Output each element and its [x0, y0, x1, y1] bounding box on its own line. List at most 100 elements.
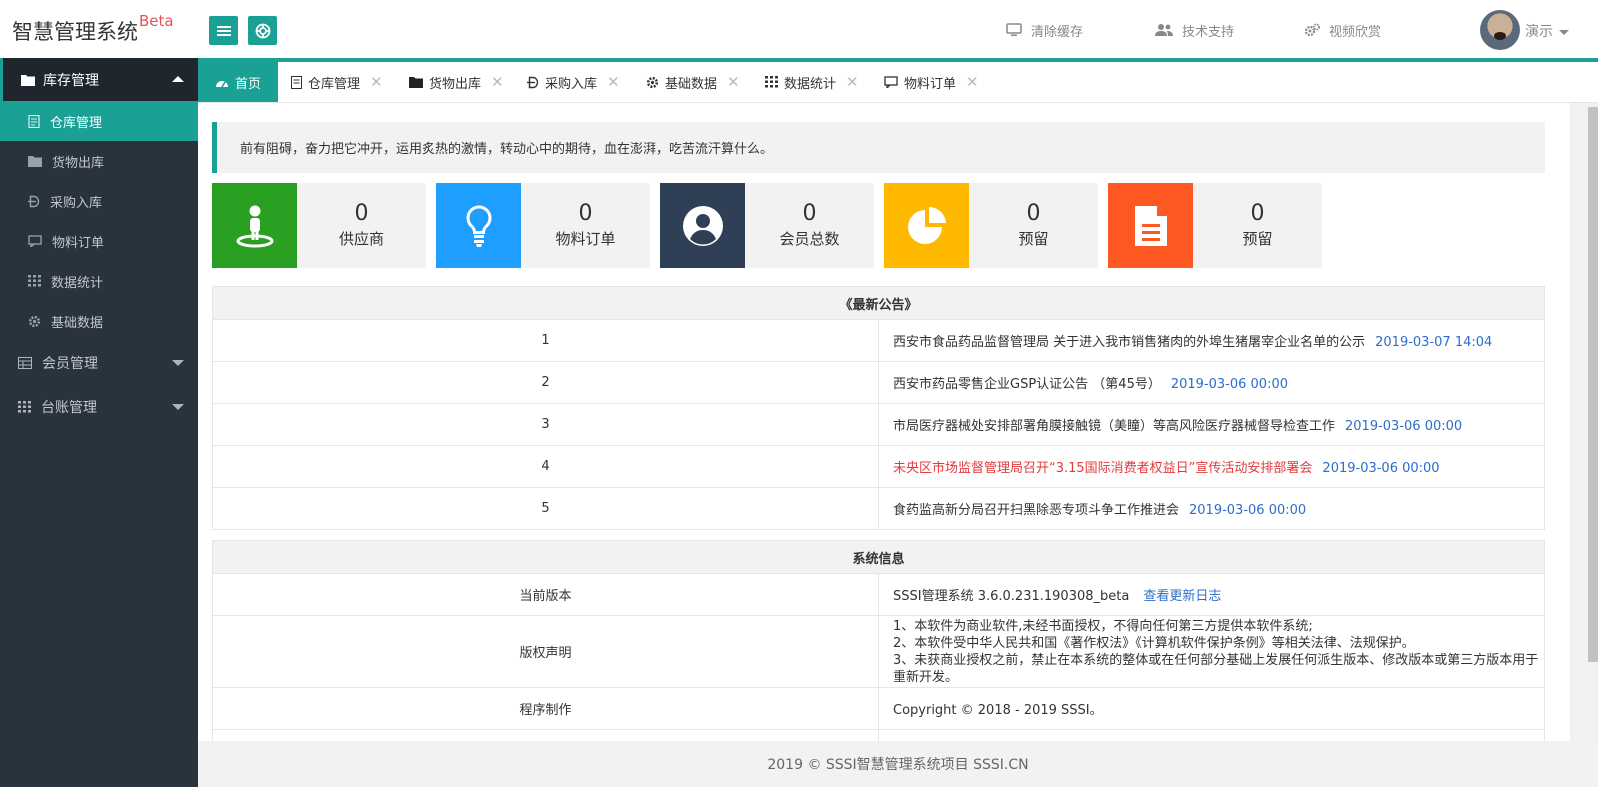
person-pin-icon: [236, 205, 273, 247]
sidebar-item-warehouse[interactable]: 仓库管理: [0, 101, 198, 141]
maker-text: Copyright © 2018 - 2019 SSSI。: [878, 687, 1545, 730]
stat-value: 0: [1026, 200, 1041, 226]
monitor-icon: [1006, 23, 1022, 37]
chevron-up-icon: [172, 76, 184, 82]
tab-home[interactable]: 首页: [198, 62, 279, 102]
table-row: 程序制作 Copyright © 2018 - 2019 SSSI。: [212, 687, 1545, 730]
notice-banner: 前有阻碍，奋力把它冲开，运用炙热的激情，转动心中的期待，血在澎湃，吃苦流汗算什么…: [212, 122, 1545, 173]
table-row[interactable]: 5 食药监高新分局召开扫黑除恶专项斗争工作推进会 2019-03-06 00:00: [212, 487, 1545, 530]
close-icon[interactable]: ✕: [966, 73, 979, 91]
sidebar: 库存管理 仓库管理 货物出库 采购入库 物料订单 数据统计 基础数据 会员管理 …: [0, 58, 198, 787]
tab-stats[interactable]: 数据统计 ✕: [765, 62, 859, 102]
tech-support-menu[interactable]: 技术支持: [1155, 19, 1234, 41]
main-content: 前有阻碍，奋力把它冲开，运用炙热的激情，转动心中的期待，血在澎湃，吃苦流汗算什么…: [198, 103, 1570, 741]
stat-icon-box: [660, 183, 745, 268]
tab-outbound[interactable]: 货物出库 ✕: [409, 62, 504, 102]
folder-icon: [409, 76, 423, 88]
beta-badge: Beta: [139, 12, 174, 30]
grid-icon: [28, 275, 41, 287]
table-icon: [18, 357, 32, 369]
table-row[interactable]: 3 市局医疗器械处安排部署角膜接触镜（美瞳）等高风险医疗器械督导检查工作 2019…: [212, 403, 1545, 446]
file-icon: [28, 114, 40, 128]
announcement-link[interactable]: 未央区市场监督管理局召开“3.15国际消费者权益日”宣传活动安排部署会: [893, 461, 1312, 476]
stat-value: 0: [578, 200, 593, 226]
footer: 2019 © SSSI智慧管理系统项目 SSSI.CN: [198, 741, 1598, 787]
stat-label: 物料订单: [555, 229, 616, 248]
hamburger-icon: [216, 25, 231, 36]
sidebar-item-outbound[interactable]: 货物出库: [0, 141, 198, 181]
stat-label: 预留: [1242, 229, 1273, 248]
scrollbar-thumb[interactable]: [1588, 107, 1598, 662]
announcement-title: 《最新公告》: [212, 286, 1545, 320]
tab-orders[interactable]: 物料订单 ✕: [884, 62, 979, 102]
stat-card-members[interactable]: 0 会员总数: [660, 183, 874, 268]
system-info-table: 系统信息 当前版本 SSSI管理系统 3.6.0.231.190308_beta…: [212, 540, 1545, 741]
announcement-date: 2019-03-07 14:04: [1375, 335, 1493, 350]
refresh-button[interactable]: [248, 16, 277, 45]
announcement-link[interactable]: 食药监高新分局召开扫黑除恶专项斗争工作推进会: [893, 503, 1179, 518]
table-row[interactable]: 4 未央区市场监督管理局召开“3.15国际消费者权益日”宣传活动安排部署会 201…: [212, 445, 1545, 488]
announcement-date: 2019-03-06 00:00: [1170, 377, 1288, 392]
strike-d-icon: [28, 195, 40, 208]
sidebar-group-ledger[interactable]: 台账管理: [0, 385, 198, 429]
announcement-link[interactable]: 西安市药品零售企业GSP认证公告 （第45号）: [893, 377, 1161, 392]
announcement-date: 2019-03-06 00:00: [1345, 419, 1463, 434]
table-row[interactable]: 2 西安市药品零售企业GSP认证公告 （第45号） 2019-03-06 00:0…: [212, 361, 1545, 404]
announcement-link[interactable]: 市局医疗器械处安排部署角膜接触镜（美瞳）等高风险医疗器械督导检查工作: [893, 419, 1335, 434]
clear-cache-menu[interactable]: 清除缓存: [1006, 19, 1083, 41]
stat-card-orders[interactable]: 0 物料订单: [436, 183, 650, 268]
stat-card-reserved-1[interactable]: 0 预留: [884, 183, 1098, 268]
close-icon[interactable]: ✕: [491, 73, 504, 91]
stat-card-reserved-2[interactable]: 0 预留: [1108, 183, 1322, 268]
sidebar-item-purchase[interactable]: 采购入库: [0, 181, 198, 221]
file-icon: [291, 75, 302, 89]
close-icon[interactable]: ✕: [727, 73, 740, 91]
stat-icon-box: [436, 183, 521, 268]
system-info-title: 系统信息: [212, 540, 1545, 574]
top-header: 智慧管理系统Beta 清除缓存 技术支持 视频欣赏 演示: [0, 0, 1598, 58]
gear-icon: [646, 76, 659, 89]
close-icon[interactable]: ✕: [846, 73, 859, 91]
copyright-line: 1、本软件为商业软件,未经书面授权，不得向任何第三方提供本软件系统;: [893, 618, 1313, 634]
table-row: 当前版本 SSSI管理系统 3.6.0.231.190308_beta 查看更新日…: [212, 573, 1545, 616]
folder-icon: [28, 155, 42, 167]
video-menu[interactable]: 视频欣赏: [1304, 19, 1381, 41]
lifebuoy-icon: [255, 23, 270, 38]
table-row: 版权声明 1、本软件为商业软件,未经书面授权，不得向任何第三方提供本软件系统; …: [212, 615, 1545, 688]
gears-icon: [1304, 23, 1320, 37]
stat-icon-box: [884, 183, 969, 268]
user-avatar[interactable]: [1480, 10, 1520, 50]
announcement-date: 2019-03-06 00:00: [1322, 461, 1440, 476]
gear-icon: [28, 315, 41, 328]
sidebar-item-basedata[interactable]: 基础数据: [0, 301, 198, 341]
user-menu[interactable]: 演示: [1525, 21, 1569, 41]
stat-label: 预留: [1018, 229, 1049, 248]
announcement-link[interactable]: 西安市食品药品监督管理局 关于进入我市销售猪肉的外埠生猪屠宰企业名单的公示: [893, 335, 1365, 350]
sidebar-item-orders[interactable]: 物料订单: [0, 221, 198, 261]
chevron-down-icon: [172, 360, 184, 366]
document-icon: [1134, 205, 1167, 246]
close-icon[interactable]: ✕: [607, 73, 620, 91]
sidebar-item-stats[interactable]: 数据统计: [0, 261, 198, 301]
stat-label: 会员总数: [779, 229, 840, 248]
stat-label: 供应商: [338, 229, 384, 248]
sidebar-group-inventory[interactable]: 库存管理: [0, 58, 198, 101]
close-icon[interactable]: ✕: [370, 73, 383, 91]
main-scrollbar[interactable]: [1570, 103, 1598, 741]
announcement-table: 《最新公告》 1 西安市食品药品监督管理局 关于进入我市销售猪肉的外埠生猪屠宰企…: [212, 286, 1545, 530]
copyright-line: 3、未获商业授权之前，禁止在本系统的整体或在任何部分基础上发展任何派生版本、修改…: [893, 652, 1539, 685]
pie-chart-icon: [907, 206, 946, 244]
tab-basedata[interactable]: 基础数据 ✕: [646, 62, 740, 102]
copyright-line: 2、本软件受中华人民共和国《著作权法》《计算机软件保护条例》等相关法律、法规保护…: [893, 635, 1415, 651]
table-row[interactable]: 1 西安市食品药品监督管理局 关于进入我市销售猪肉的外埠生猪屠宰企业名单的公示 2…: [212, 319, 1545, 362]
tab-bar: 首页 仓库管理 ✕ 货物出库 ✕ 采购入库 ✕ 基础数据 ✕ 数据统计 ✕ 物料…: [198, 62, 1598, 103]
menu-toggle-button[interactable]: [209, 16, 238, 45]
stat-card-suppliers[interactable]: 0 供应商: [212, 183, 426, 268]
stat-value: 0: [802, 200, 817, 226]
chevron-down-icon: [172, 404, 184, 410]
tab-purchase[interactable]: 采购入库 ✕: [527, 62, 620, 102]
sidebar-group-members[interactable]: 会员管理: [0, 341, 198, 385]
changelog-link[interactable]: 查看更新日志: [1143, 589, 1221, 604]
app-logo[interactable]: 智慧管理系统Beta: [12, 12, 174, 46]
tab-warehouse[interactable]: 仓库管理 ✕: [291, 62, 383, 102]
